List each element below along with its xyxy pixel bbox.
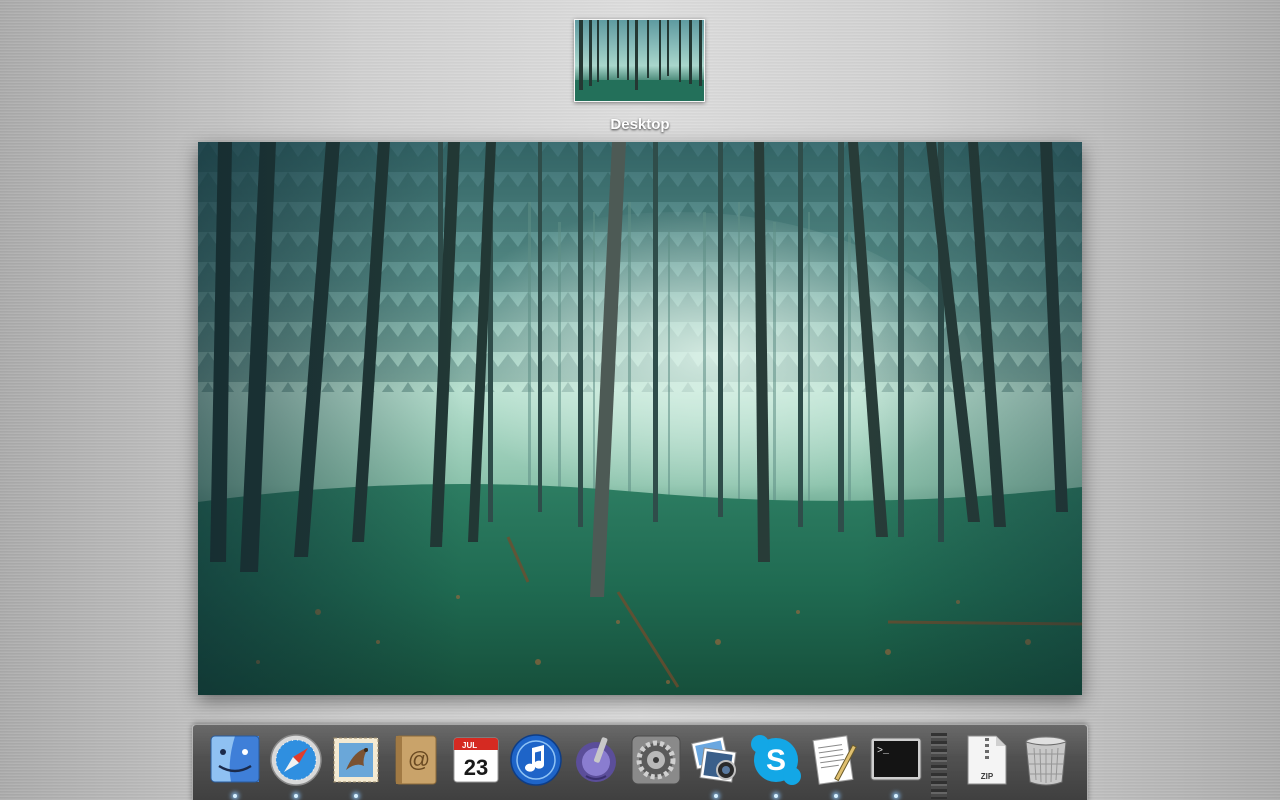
safari-icon <box>270 734 322 786</box>
dock-trash[interactable] <box>1018 732 1074 794</box>
svg-text:S: S <box>766 744 786 777</box>
dock-skype[interactable]: S <box>748 732 804 798</box>
running-indicator <box>774 794 778 798</box>
space-label: Desktop <box>610 116 670 133</box>
running-indicator <box>894 794 898 798</box>
svg-text:@: @ <box>408 747 430 772</box>
dock-itunes[interactable] <box>508 732 564 794</box>
running-indicator <box>233 794 237 798</box>
preview-icon <box>576 737 616 782</box>
dock-terminal[interactable]: >_ <box>868 732 924 798</box>
dock-preview[interactable] <box>568 732 624 794</box>
desktop-space-thumbnail[interactable] <box>574 19 705 102</box>
desktop-preview[interactable] <box>198 142 1082 695</box>
finder-icon <box>210 735 260 783</box>
calendar-day: 23 <box>464 755 488 780</box>
trash-icon <box>1025 736 1067 786</box>
forest-wallpaper-image <box>198 142 1082 695</box>
mail-icon <box>333 737 379 783</box>
dock-mail[interactable] <box>328 732 384 798</box>
forest-thumbnail-image <box>575 20 704 101</box>
running-indicator <box>834 794 838 798</box>
running-indicator <box>294 794 298 798</box>
dock-address-book[interactable]: @ <box>388 732 444 794</box>
svg-text:>_: >_ <box>877 746 890 757</box>
zip-label: ZIP <box>981 772 994 781</box>
calendar-icon: JUL 23 <box>453 737 499 783</box>
dock-separator <box>931 733 947 799</box>
dock-iphoto[interactable] <box>688 732 744 798</box>
calendar-month: JUL <box>462 741 477 750</box>
dock-textedit[interactable] <box>808 732 864 798</box>
iphoto-icon <box>691 736 737 783</box>
dock-calendar[interactable]: JUL 23 <box>448 732 504 794</box>
system-preferences-icon <box>631 735 681 785</box>
terminal-icon: >_ <box>870 737 922 781</box>
running-indicator <box>354 794 358 798</box>
dock-safari[interactable] <box>268 732 324 798</box>
dock-system-preferences[interactable] <box>628 732 684 794</box>
zip-file-icon: ZIP <box>967 735 1007 785</box>
skype-icon: S <box>751 735 801 785</box>
running-indicator <box>714 794 718 798</box>
textedit-icon <box>812 735 857 785</box>
dock-finder[interactable] <box>207 732 263 798</box>
dock-zip-file[interactable]: ZIP <box>958 732 1014 794</box>
itunes-icon <box>510 734 562 786</box>
dock: @ JUL 23 S >_ ZIP <box>192 724 1088 800</box>
address-book-icon: @ <box>395 735 437 785</box>
